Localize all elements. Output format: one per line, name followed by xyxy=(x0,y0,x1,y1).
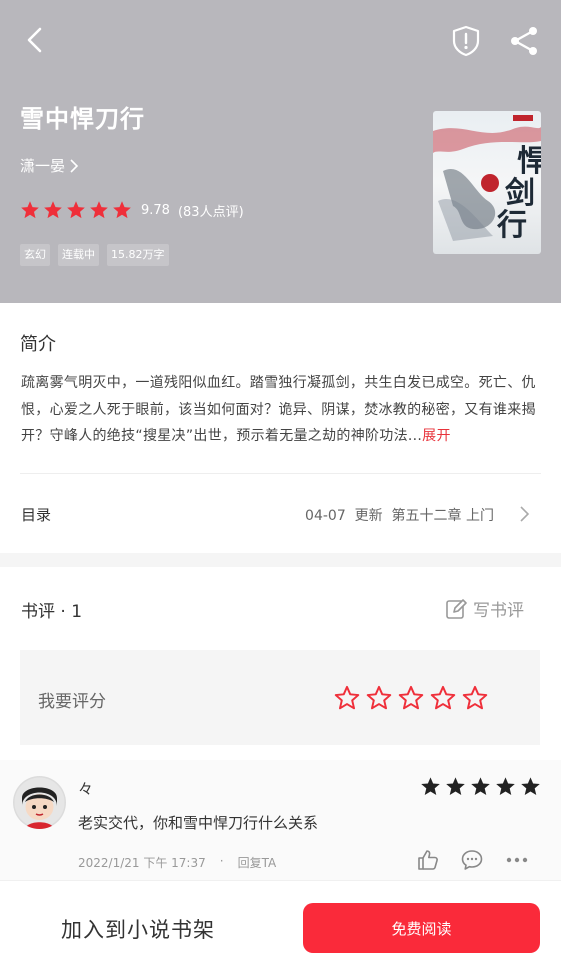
toc-row[interactable]: 目录 04-07 更新 第五十二章 上门 xyxy=(0,490,561,540)
share-icon xyxy=(511,27,537,55)
bottom-bar: 加入到小说书架 免费阅读 xyxy=(0,880,561,973)
book-title: 雪中悍刀行 xyxy=(20,105,145,133)
star-icon xyxy=(21,201,39,219)
review-meta: 2022/1/21 下午 17:37 · 回复TA xyxy=(78,854,276,871)
like-button[interactable] xyxy=(416,848,440,876)
more-button[interactable] xyxy=(506,852,528,872)
free-read-label: 免费阅读 xyxy=(391,919,452,938)
rate-prompt: 我要评分 xyxy=(38,692,106,712)
shield-icon xyxy=(452,25,480,57)
author-link[interactable]: 潇一晏 xyxy=(20,155,79,176)
rate-box: 我要评分 xyxy=(20,650,540,745)
edit-icon xyxy=(446,598,467,619)
star-outline-icon[interactable] xyxy=(462,685,488,711)
avatar[interactable] xyxy=(13,776,66,829)
star-icon xyxy=(446,777,465,795)
tag-list: 玄幻 连载中 15.82万字 xyxy=(20,244,177,266)
thumbs-up-icon xyxy=(418,850,438,870)
report-button[interactable] xyxy=(450,24,482,58)
star-outline-icon[interactable] xyxy=(334,685,360,711)
review-time: 2022/1/21 下午 17:37 xyxy=(78,856,206,870)
free-read-button[interactable]: 免费阅读 xyxy=(303,903,540,953)
rating-score: 9.78 xyxy=(141,202,170,218)
tag-status: 连载中 xyxy=(58,244,99,266)
write-review-label: 写书评 xyxy=(473,601,524,621)
chevron-right-icon xyxy=(70,158,79,173)
tag-word-count: 15.82万字 xyxy=(107,244,169,266)
intro-heading: 简介 xyxy=(20,334,56,355)
star-outline-icon[interactable] xyxy=(398,685,424,711)
cover-image: 悍 剑 行 xyxy=(433,111,541,254)
toc-latest-update: 04-07 更新 第五十二章 上门 xyxy=(305,505,494,525)
svg-text:悍: 悍 xyxy=(517,144,541,179)
toc-label: 目录 xyxy=(21,506,52,524)
svg-text:行: 行 xyxy=(496,208,527,243)
star-icon xyxy=(521,777,540,795)
intro-body: 疏离雾气明灭中，一道残阳似血红。踏雪独行凝孤剑，共生白发已成空。死亡、仇恨，心爱… xyxy=(21,375,536,444)
reviews-heading: 书评 · 1 xyxy=(21,602,83,622)
rating-row: 9.78 (83人点评) xyxy=(20,200,244,220)
commenter-name[interactable]: 々 xyxy=(78,778,93,799)
book-header: 雪中悍刀行 潇一晏 9.78 (83人点评) 玄幻 连载中 15.82万字 悍 … xyxy=(0,0,561,303)
add-to-shelf-button[interactable]: 加入到小说书架 xyxy=(61,914,215,944)
back-arrow-icon xyxy=(27,27,42,53)
more-icon xyxy=(506,857,528,863)
star-outline-icon[interactable] xyxy=(366,685,392,711)
share-button[interactable] xyxy=(507,24,541,58)
author-name: 潇一晏 xyxy=(20,157,66,175)
tag-genre: 玄幻 xyxy=(20,244,50,266)
chevron-right-icon xyxy=(520,506,530,522)
review-stars xyxy=(420,776,545,797)
toc-latest-chapter: 第五十二章 上门 xyxy=(391,508,494,524)
avatar-image xyxy=(13,776,66,829)
star-icon xyxy=(67,201,85,219)
rate-stars xyxy=(334,685,494,711)
toc-update-label: 更新 xyxy=(354,508,383,524)
star-outline-icon[interactable] xyxy=(430,685,456,711)
star-icon xyxy=(90,201,108,219)
meta-separator: · xyxy=(219,854,224,868)
star-icon xyxy=(421,777,440,795)
intro-text: 疏离雾气明灭中，一道残阳似血红。踏雪独行凝孤剑，共生白发已成空。死亡、仇恨，心爱… xyxy=(21,370,541,450)
reply-link[interactable]: 回复TA xyxy=(238,854,277,871)
rating-count: (83人点评) xyxy=(177,204,244,220)
section-gap xyxy=(0,553,561,567)
star-icon xyxy=(44,201,62,219)
divider xyxy=(20,473,541,474)
book-cover[interactable]: 悍 剑 行 xyxy=(433,111,541,254)
review-item: 々 老实交代，你和雪中悍刀行什么关系 2022/1/21 下午 17:37 · … xyxy=(0,760,561,880)
toc-date: 04-07 xyxy=(305,508,346,524)
write-review-button[interactable]: 写书评 xyxy=(445,596,524,621)
back-button[interactable] xyxy=(20,24,52,56)
comment-icon xyxy=(461,850,483,870)
star-icon xyxy=(496,777,515,795)
star-icon xyxy=(471,777,490,795)
review-text: 老实交代，你和雪中悍刀行什么关系 xyxy=(78,814,319,832)
comment-button[interactable] xyxy=(460,848,484,876)
expand-link[interactable]: 展开 xyxy=(422,428,451,444)
svg-text:剑: 剑 xyxy=(505,176,535,211)
star-icon xyxy=(113,201,131,219)
